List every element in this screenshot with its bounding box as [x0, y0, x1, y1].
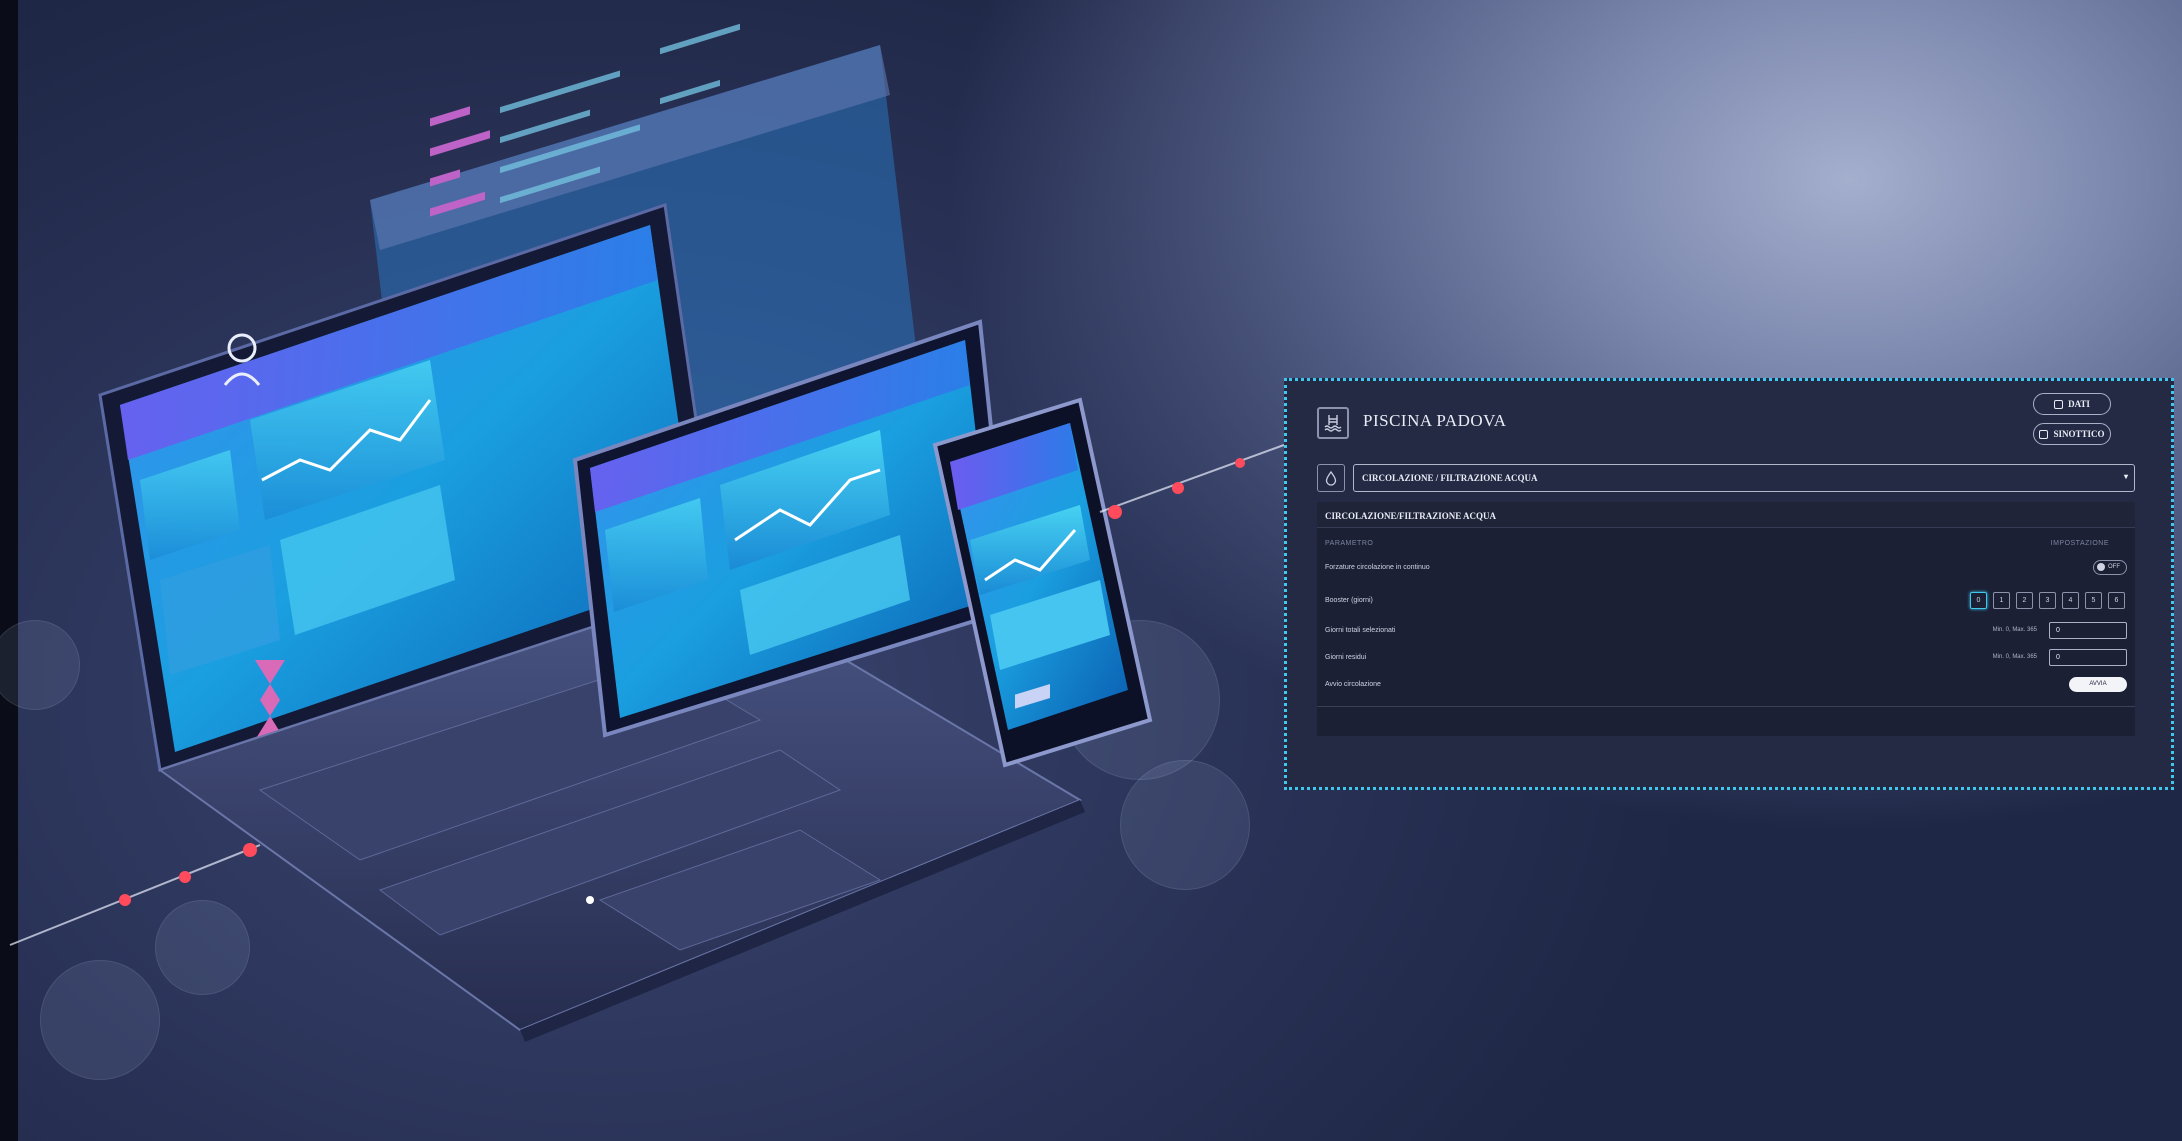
table-row: Giorni residui Min. 0, Max. 365 0: [1325, 647, 2127, 667]
giorni-totali-input[interactable]: 0: [2049, 621, 2127, 639]
table-row: Forzature circolazione in continuo OFF: [1325, 557, 2127, 577]
booster-day-selector: 0 1 2 3 4 5 6: [1970, 591, 2125, 609]
sinottico-button-label: SINOTTICO: [2053, 429, 2105, 439]
booster-day-option[interactable]: 0: [1970, 591, 1987, 609]
table-row: Giorni totali selezionati Min. 0, Max. 3…: [1325, 620, 2127, 640]
row-label: Giorni totali selezionati: [1325, 626, 1396, 634]
sinottico-button[interactable]: SINOTTICO: [2033, 423, 2111, 445]
smartphone: [932, 397, 1153, 768]
booster-day-option[interactable]: 4: [2062, 591, 2079, 609]
booster-day-option[interactable]: 6: [2108, 591, 2125, 609]
range-hint: Min. 0, Max. 365: [1992, 654, 2037, 660]
booster-day-option[interactable]: 3: [2039, 591, 2056, 609]
giorni-residui-input[interactable]: 0: [2049, 648, 2127, 666]
column-header-setting: IMPOSTAZIONE: [2050, 540, 2109, 547]
pool-icon: [1317, 407, 1349, 439]
section-select-value: CIRCOLAZIONE / FILTRAZIONE ACQUA: [1362, 473, 1538, 483]
booster-day-option[interactable]: 2: [2016, 591, 2033, 609]
water-drop-icon: [1317, 464, 1345, 492]
forzatura-toggle[interactable]: OFF: [2093, 559, 2127, 575]
list-icon: [2039, 429, 2049, 439]
table-row: Booster (giorni) 0 1 2 3 4 5 6: [1325, 590, 2127, 610]
range-hint: Min. 0, Max. 365: [1992, 627, 2037, 633]
devices-illustration: [9, 23, 1285, 1042]
booster-day-option[interactable]: 1: [1993, 591, 2010, 609]
table-row: Avvio circolazione AVVIA: [1325, 674, 2127, 694]
row-label: Booster (giorni): [1325, 596, 1373, 604]
circulation-card: CIRCOLAZIONE/FILTRAZIONE ACQUA PARAMETRO…: [1317, 502, 2135, 736]
avvia-button[interactable]: AVVIA: [2069, 676, 2127, 692]
dashboard-panel: PISCINA PADOVA DATI SINOTTICO CIRCOLAZIO…: [1284, 378, 2174, 790]
row-label: Giorni residui: [1325, 653, 1367, 661]
toggle-state: OFF: [2108, 564, 2120, 570]
row-label: Avvio circolazione: [1325, 680, 1381, 688]
card-divider: [1317, 706, 2135, 707]
caret-down-icon: ▾: [2123, 472, 2128, 481]
dati-button[interactable]: DATI: [2033, 393, 2111, 415]
toggle-knob: [2097, 563, 2105, 571]
column-header-parameter: PARAMETRO: [1325, 540, 1374, 547]
card-title: CIRCOLAZIONE/FILTRAZIONE ACQUA: [1317, 502, 2135, 528]
dati-button-label: DATI: [2068, 399, 2090, 409]
booster-day-option[interactable]: 5: [2085, 591, 2102, 609]
row-label: Forzature circolazione in continuo: [1325, 563, 1430, 571]
page-title: PISCINA PADOVA: [1363, 411, 1507, 430]
section-select[interactable]: CIRCOLAZIONE / FILTRAZIONE ACQUA ▾: [1353, 464, 2135, 492]
check-square-icon: [2054, 399, 2064, 409]
